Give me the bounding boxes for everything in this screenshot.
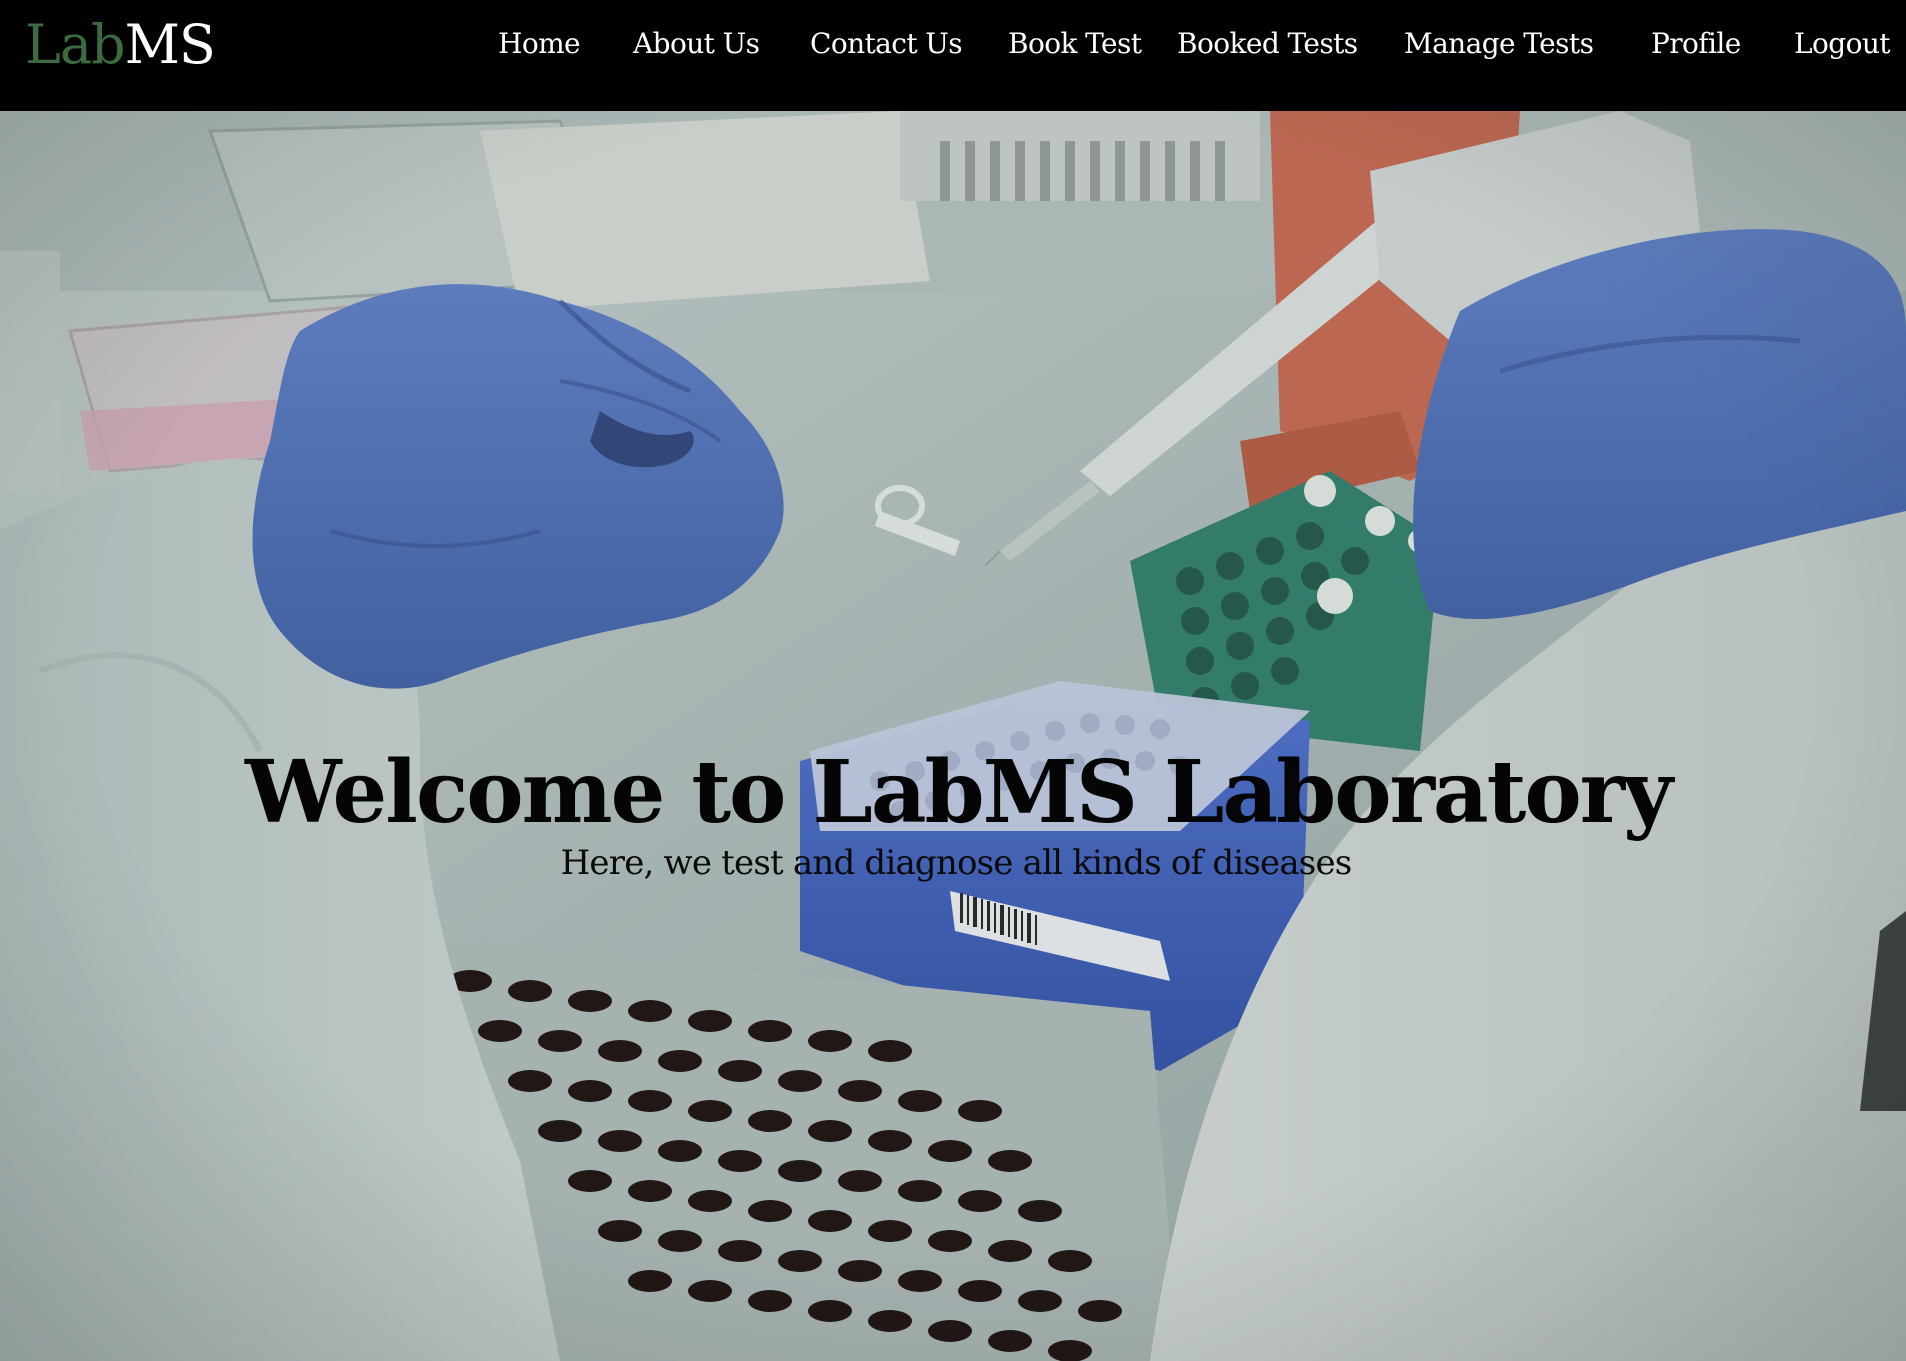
hero-subtitle: Here, we test and diagnose all kinds of …: [560, 843, 1353, 883]
nav-profile-link[interactable]: Profile: [1651, 26, 1741, 62]
top-navbar: LabMS Home About Us Contact Us Book Test…: [0, 0, 1906, 111]
nav-about-link[interactable]: About Us: [633, 26, 760, 62]
brand-logo-lab: Lab: [25, 13, 126, 76]
brand-logo-ms: MS: [124, 13, 216, 76]
nav-home-link[interactable]: Home: [498, 26, 581, 62]
nav-logout-link[interactable]: Logout: [1794, 26, 1891, 62]
hero-title: Welcome to LabMS Laboratory: [244, 742, 1673, 843]
hero-overlay: [0, 111, 1906, 1361]
nav-manage-tests-link[interactable]: Manage Tests: [1404, 26, 1594, 62]
nav-book-test-link[interactable]: Book Test: [1008, 26, 1142, 62]
nav-contact-link[interactable]: Contact Us: [810, 26, 963, 62]
hero-section: Welcome to LabMS Laboratory Here, we tes…: [0, 111, 1906, 1361]
brand-logo[interactable]: LabMS: [25, 13, 216, 76]
nav-booked-tests-link[interactable]: Booked Tests: [1177, 26, 1358, 62]
